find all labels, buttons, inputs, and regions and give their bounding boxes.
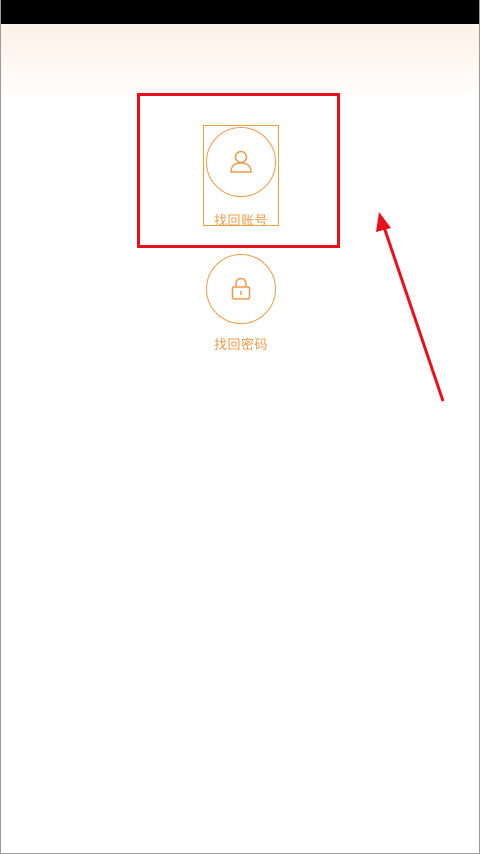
user-icon: [230, 150, 252, 173]
find-password-icon-circle: [206, 254, 276, 324]
lock-icon: [231, 277, 251, 300]
header-background: [1, 24, 479, 102]
find-password-button[interactable]: 找回密码: [203, 254, 279, 358]
annotation-arrow: [376, 212, 445, 402]
find-account-icon-circle: [206, 127, 276, 197]
find-account-button[interactable]: 找回账号: [203, 125, 279, 229]
status-bar: [1, 0, 479, 24]
find-password-label: 找回密码: [213, 338, 268, 353]
app-screen: 找回账号 找回密码: [0, 0, 480, 854]
find-account-label: 找回账号: [213, 214, 268, 229]
